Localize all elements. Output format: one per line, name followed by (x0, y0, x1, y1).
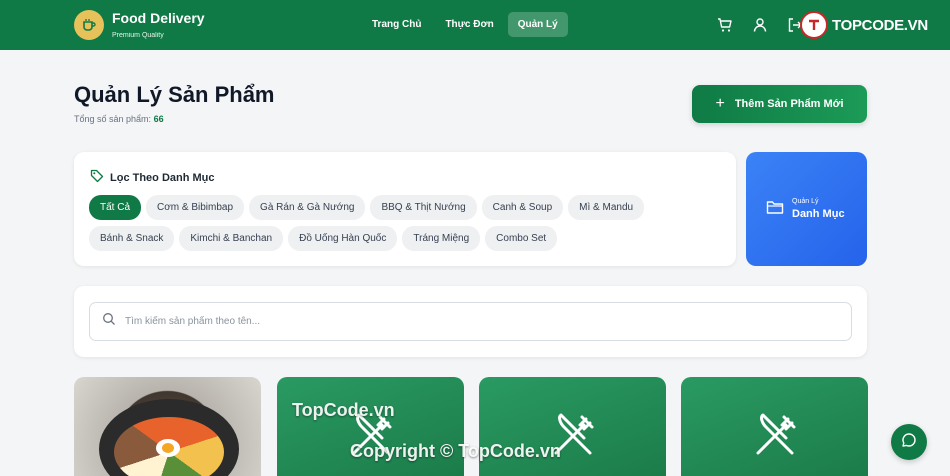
tag-icon (90, 169, 104, 186)
cart-icon[interactable] (716, 16, 734, 34)
watermark-badge: TOPCODE.VN (800, 10, 950, 40)
page-title: Quản Lý Sản Phẩm (74, 82, 275, 107)
search-card (74, 286, 867, 357)
product-count-value: 66 (153, 114, 164, 124)
chip-dessert[interactable]: Tráng Miệng (402, 226, 481, 251)
user-icon[interactable] (751, 16, 769, 34)
brand[interactable]: Food Delivery Premium Quality (112, 10, 205, 41)
search-icon (102, 312, 116, 331)
add-product-label: Thêm Sản Phẩm Mới (734, 98, 844, 110)
chip-soup[interactable]: Canh & Soup (481, 195, 564, 220)
chip-snack[interactable]: Bánh & Snack (89, 226, 175, 251)
filter-title: Lọc Theo Danh Mục (90, 169, 215, 186)
product-card-image[interactable] (74, 377, 261, 476)
fork-knife-icon (752, 413, 798, 476)
plus-icon: + (715, 95, 725, 112)
category-filter-card: Lọc Theo Danh Mục Tất Cả Cơm & Bibimbap … (74, 152, 736, 266)
coffee-cup-icon[interactable] (74, 10, 104, 40)
category-chips: Tất Cả Cơm & Bibimbap Gà Rán & Gà Nướng … (89, 195, 729, 251)
search-input[interactable] (125, 316, 825, 327)
nav-item-menu[interactable]: Thực Đơn (435, 12, 503, 37)
brand-subtitle: Premium Quality (112, 32, 164, 39)
chip-kimchi[interactable]: Kimchi & Banchan (179, 226, 284, 251)
egg-yolk (162, 443, 174, 453)
product-count: Tổng số sản phẩm: 66 (74, 114, 164, 124)
chat-button[interactable] (891, 424, 927, 460)
manage-categories-small: Quản Lý (792, 198, 819, 205)
add-product-button[interactable]: + Thêm Sản Phẩm Mới (692, 85, 867, 123)
filter-title-label: Lọc Theo Danh Mục (110, 171, 215, 184)
manage-categories-card[interactable]: Quản Lý Danh Mục (746, 152, 867, 266)
chip-rice-bibimbap[interactable]: Cơm & Bibimbap (146, 195, 245, 220)
topcode-logo-icon (800, 11, 828, 39)
search-box[interactable] (89, 302, 852, 341)
chat-bubble-icon (901, 432, 917, 453)
chip-all[interactable]: Tất Cả (89, 195, 142, 220)
chip-noodles-mandu[interactable]: Mì & Mandu (568, 195, 645, 220)
watermark-badge-text: TOPCODE.VN (832, 16, 928, 34)
chip-combo[interactable]: Combo Set (485, 226, 558, 251)
chip-bbq[interactable]: BBQ & Thịt Nướng (370, 195, 477, 220)
product-card-placeholder[interactable] (681, 377, 868, 476)
brand-title: Food Delivery (112, 10, 205, 26)
manage-categories-big: Danh Mục (792, 208, 845, 220)
watermark-copyright: Copyright © TopCode.vn (350, 441, 561, 461)
folder-icon (766, 199, 784, 220)
chip-drinks[interactable]: Đồ Uống Hàn Quốc (288, 226, 398, 251)
nav-item-home[interactable]: Trang Chủ (362, 12, 431, 37)
watermark-text: TopCode.vn (292, 400, 395, 420)
chip-fried-grilled-chicken[interactable]: Gà Rán & Gà Nướng (249, 195, 366, 220)
main-nav: Trang Chủ Thực Đơn Quản Lý (362, 12, 568, 37)
product-count-label: Tổng số sản phẩm: (74, 114, 152, 124)
nav-item-manage[interactable]: Quản Lý (507, 12, 568, 37)
